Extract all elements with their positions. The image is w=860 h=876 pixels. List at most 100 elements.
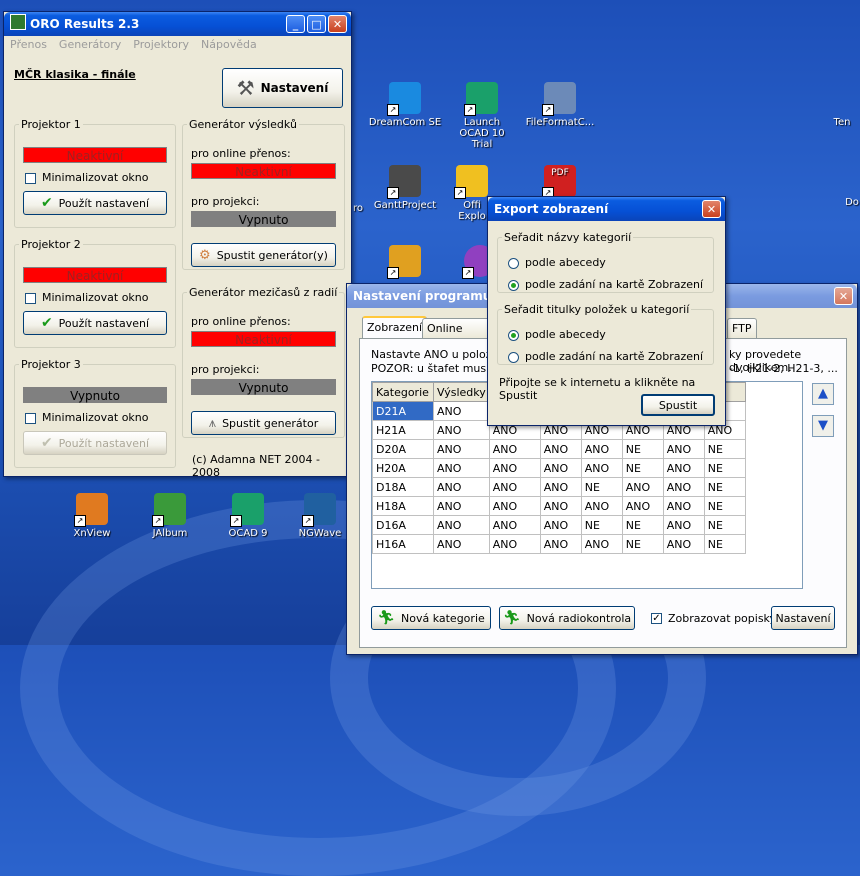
grid-cell[interactable]: ANO	[662, 458, 705, 478]
grid-cell[interactable]: ANO	[662, 534, 705, 554]
grid-cell[interactable]: ANO	[488, 515, 541, 535]
sort-titles-alphabet-radio[interactable]	[508, 330, 519, 341]
desktop-icon-ngwave[interactable]: ↗ NGWave	[290, 493, 350, 539]
desktop-icon-ocad10[interactable]: ↗ Launch OCAD 10 Trial	[442, 82, 522, 150]
grid-cell[interactable]: ANO	[539, 534, 582, 554]
sort-categories-alphabet-radio[interactable]	[508, 258, 519, 269]
grid-cell[interactable]: ANO	[662, 515, 705, 535]
grid-cell[interactable]: ANO	[488, 534, 541, 554]
grid-cell[interactable]: ANO	[662, 439, 705, 459]
start-generator-button[interactable]: ⩚ Spustit generátor	[191, 411, 336, 435]
grid-cell[interactable]: NE	[703, 458, 746, 478]
grid-cell[interactable]: ANO	[580, 496, 623, 516]
grid-cell[interactable]: NE	[580, 477, 623, 497]
grid-cell[interactable]: NE	[621, 534, 664, 554]
grid-cell[interactable]: ANO	[488, 458, 541, 478]
tab-online-vysledky[interactable]: Online výsled	[422, 318, 492, 338]
grid-cell[interactable]: ANO	[539, 439, 582, 459]
show-labels-checkbox[interactable]: ✓	[651, 613, 662, 624]
grid-cell[interactable]: ANO	[433, 439, 490, 459]
desktop-icon-ocad9[interactable]: ↗ OCAD 9	[208, 493, 288, 539]
menu-prenos[interactable]: Přenos	[10, 36, 47, 54]
desktop-icon-fileformat[interactable]: ↗ FileFormatC...	[520, 82, 600, 128]
sort-categories-display-radio[interactable]	[508, 280, 519, 291]
tab-zobrazeni[interactable]: Zobrazení	[362, 316, 428, 338]
grid-cell[interactable]: NE	[703, 439, 746, 459]
run-button[interactable]: Spustit	[641, 394, 715, 416]
sort-titles-display-radio[interactable]	[508, 352, 519, 363]
close-button[interactable]: ✕	[328, 15, 347, 33]
grid-cell[interactable]: H18A	[372, 496, 434, 516]
settings-button[interactable]: ⚒ Nastavení	[222, 68, 343, 108]
grid-cell[interactable]: NE	[703, 534, 746, 554]
grid-cell[interactable]: NE	[621, 515, 664, 535]
oro-results-titlebar[interactable]: ORO Results 2.3 _ □ ✕	[4, 12, 351, 36]
grid-cell[interactable]: ANO	[488, 439, 541, 459]
grid-cell[interactable]: ANO	[488, 477, 541, 497]
grid-cell[interactable]: NE	[703, 477, 746, 497]
grid-cell[interactable]: ANO	[580, 534, 623, 554]
grid-cell[interactable]: ANO	[539, 515, 582, 535]
move-down-button[interactable]: ▼	[812, 415, 834, 437]
maximize-button[interactable]: □	[307, 15, 326, 33]
grid-cell[interactable]: D18A	[372, 477, 434, 497]
projector-3-minimize-checkbox[interactable]	[25, 413, 36, 424]
grid-cell[interactable]: NE	[621, 439, 664, 459]
grid-cell[interactable]: ANO	[433, 515, 490, 535]
desktop-icon-do[interactable]: Do	[832, 165, 860, 208]
desktop-icon-pdf[interactable]: PDF ↗	[520, 165, 600, 200]
close-button[interactable]: ✕	[834, 287, 853, 305]
grid-cell[interactable]: ANO	[433, 401, 490, 421]
close-button[interactable]: ✕	[702, 200, 721, 218]
grid-cell[interactable]: D16A	[372, 515, 434, 535]
grid-cell[interactable]: H20A	[372, 458, 434, 478]
desktop-icon-dreamcom[interactable]: ↗ DreamCom SE	[365, 82, 445, 128]
column-header[interactable]: Výsledky	[433, 382, 490, 402]
projector-1-minimize-checkbox[interactable]	[25, 173, 36, 184]
desktop-icon-ten[interactable]: Ten	[812, 82, 860, 128]
grid-cell[interactable]: ANO	[539, 477, 582, 497]
grid-cell[interactable]: ANO	[662, 496, 705, 516]
new-category-button[interactable]: 🏃︎ Nová kategorie	[371, 606, 491, 630]
grid-cell[interactable]: ANO	[433, 477, 490, 497]
grid-cell[interactable]: ANO	[539, 496, 582, 516]
grid-cell[interactable]: H21A	[372, 420, 434, 440]
desktop-icon-7zip[interactable]: ↗	[385, 245, 425, 280]
column-header[interactable]: Kategorie	[372, 382, 434, 402]
grid-cell[interactable]: D20A	[372, 439, 434, 459]
projector-2-minimize-checkbox[interactable]	[25, 293, 36, 304]
grid-cell[interactable]: ANO	[488, 496, 541, 516]
desktop-icon-xnview[interactable]: ↗ XnView	[52, 493, 132, 539]
grid-settings-button[interactable]: Nastavení	[771, 606, 835, 630]
grid-cell[interactable]: ANO	[433, 534, 490, 554]
grid-cell[interactable]: ANO	[539, 458, 582, 478]
new-radio-control-button[interactable]: 🏃︎ Nová radiokontrola	[499, 606, 635, 630]
grid-cell[interactable]: ANO	[433, 496, 490, 516]
grid-cell[interactable]: NE	[703, 496, 746, 516]
grid-cell[interactable]: ANO	[580, 439, 623, 459]
grid-cell[interactable]: NE	[580, 515, 623, 535]
grid-cell[interactable]: ANO	[621, 477, 664, 497]
grid-cell[interactable]: ANO	[621, 496, 664, 516]
projector-1-apply-button[interactable]: ✔ Použít nastavení	[23, 191, 167, 215]
menu-napoveda[interactable]: Nápověda	[201, 36, 257, 54]
export-titlebar[interactable]: Export zobrazení ✕	[488, 197, 725, 221]
start-generators-button[interactable]: ⚙ Spustit generátor(y)	[191, 243, 336, 267]
grid-cell[interactable]: ANO	[433, 420, 490, 440]
desktop-icon-ganttproject[interactable]: ↗ GanttProject	[365, 165, 445, 211]
menu-projektory[interactable]: Projektory	[133, 36, 189, 54]
desktop-icon-jalbum[interactable]: ↗ JAlbum	[130, 493, 210, 539]
grid-cell[interactable]: D21A	[372, 401, 434, 421]
grid-cell[interactable]: ANO	[433, 458, 490, 478]
grid-cell[interactable]: NE	[621, 458, 664, 478]
grid-cell[interactable]: NE	[703, 515, 746, 535]
tab-ftp[interactable]: FTP	[727, 318, 757, 338]
minimize-button[interactable]: _	[286, 15, 305, 33]
move-up-button[interactable]: ▲	[812, 383, 834, 405]
menu-generatory[interactable]: Generátory	[59, 36, 121, 54]
projector-2-apply-button[interactable]: ✔ Použít nastavení	[23, 311, 167, 335]
grid-cell[interactable]: ANO	[662, 477, 705, 497]
grid-cell[interactable]: ANO	[580, 458, 623, 478]
grid-cell[interactable]: H16A	[372, 534, 434, 554]
projector-3-apply-button[interactable]: ✔ Použít nastavení	[23, 431, 167, 455]
